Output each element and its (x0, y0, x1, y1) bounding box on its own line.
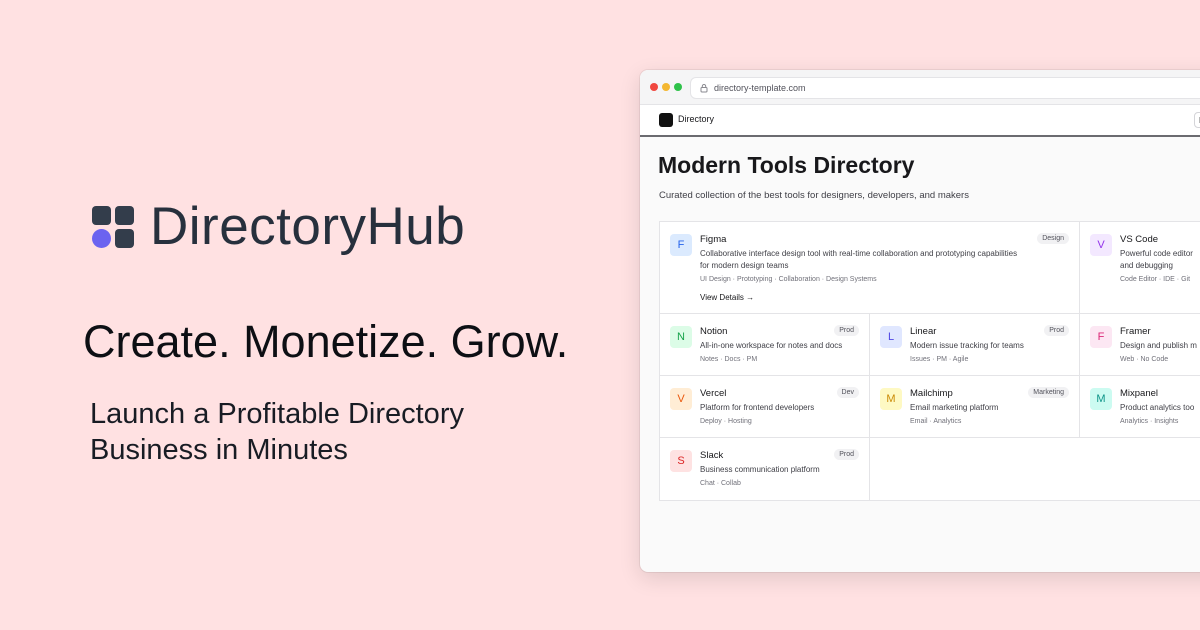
tool-name[interactable]: Figma (700, 234, 726, 245)
tool-card-vercel[interactable]: V Vercel Dev Platform for frontend devel… (660, 376, 870, 438)
tool-avatar: M (880, 388, 902, 410)
category-badge: Dev (836, 387, 859, 398)
tool-avatar: V (670, 388, 692, 410)
browser-chrome: directory-template.com (640, 70, 1200, 105)
tool-card-mailchimp[interactable]: M Mailchimp Marketing Email marketing pl… (870, 376, 1080, 438)
tool-name[interactable]: VS Code (1120, 234, 1158, 245)
tool-name[interactable]: Slack (700, 450, 723, 461)
tool-avatar: N (670, 326, 692, 348)
page-description: Curated collection of the best tools for… (659, 190, 969, 201)
page-title: Modern Tools Directory (658, 152, 915, 178)
maximize-window-icon[interactable] (674, 83, 682, 91)
tool-name[interactable]: Mixpanel (1120, 388, 1158, 399)
tagline: Create. Monetize. Grow. (83, 316, 569, 367)
brand: DirectoryHub (92, 196, 465, 257)
tool-card-vs-code[interactable]: V VS Code Powerful code editor and debugg… (1080, 222, 1200, 314)
tool-avatar: F (670, 234, 692, 256)
tool-card-mixpanel[interactable]: M Mixpanel Product analytics too Analyti… (1080, 376, 1200, 438)
category-badge: Prod (1044, 325, 1069, 336)
app-logo-icon[interactable] (659, 113, 673, 127)
tool-name[interactable]: Notion (700, 326, 727, 337)
tool-tags: UI Design · Prototyping · Collaboration … (700, 276, 877, 283)
tool-avatar: V (1090, 234, 1112, 256)
tool-avatar: S (670, 450, 692, 472)
app-navbar: Directory E (640, 105, 1200, 137)
address-bar[interactable]: directory-template.com (690, 77, 1200, 99)
tool-description: Product analytics too (1120, 403, 1195, 412)
grid-logo-icon (92, 205, 134, 248)
tool-avatar: L (880, 326, 902, 348)
tool-tags: Issues · PM · Agile (910, 356, 969, 363)
tool-description: Design and publish m (1120, 341, 1197, 350)
category-badge: Marketing (1028, 387, 1069, 398)
view-details-link[interactable]: View Details → (700, 293, 754, 302)
close-window-icon[interactable] (650, 83, 658, 91)
tool-avatar: M (1090, 388, 1112, 410)
category-badge: Prod (834, 449, 859, 460)
tool-description: Modern issue tracking for teams (910, 341, 1024, 350)
tool-tags: Analytics · Insights (1120, 418, 1179, 425)
tool-tags: Notes · Docs · PM (700, 356, 758, 363)
tool-tags: Chat · Collab (700, 480, 741, 487)
tool-description: Collaborative interface design tool with… (700, 249, 1018, 270)
category-badge: Prod (834, 325, 859, 336)
tool-card-linear[interactable]: L Linear Prod Modern issue tracking for … (870, 314, 1080, 376)
tool-name[interactable]: Vercel (700, 388, 726, 399)
tool-name[interactable]: Framer (1120, 326, 1151, 337)
tool-description: Powerful code editor and debugging (1120, 249, 1193, 270)
tool-name[interactable]: Linear (910, 326, 936, 337)
tool-card-notion[interactable]: N Notion Prod All-in-one workspace for n… (660, 314, 870, 376)
tool-card-slack[interactable]: S Slack Prod Business communication plat… (660, 438, 870, 500)
tool-description: All-in-one workspace for notes and docs (700, 341, 843, 350)
tool-tags: Email · Analytics (910, 418, 962, 425)
browser-window: directory-template.com Directory E Moder… (640, 70, 1200, 572)
tool-card-framer[interactable]: F Framer Design and publish m Web · No C… (1080, 314, 1200, 376)
tool-tags: Deploy · Hosting (700, 418, 752, 425)
lock-icon (700, 84, 708, 93)
tool-description: Email marketing platform (910, 403, 999, 412)
minimize-window-icon[interactable] (662, 83, 670, 91)
tool-name[interactable]: Mailchimp (910, 388, 953, 399)
tool-tags: Code Editor · IDE · Git (1120, 276, 1191, 283)
tool-description: Business communication platform (700, 465, 820, 474)
nav-button[interactable]: E (1194, 112, 1200, 128)
tool-description: Platform for frontend developers (700, 403, 815, 412)
subtagline: Launch a Profitable Directory Business i… (90, 398, 464, 466)
tool-tags: Web · No Code (1120, 356, 1169, 363)
tools-grid: F Figma Design Collaborative interface d… (659, 221, 1200, 501)
url-text: directory-template.com (714, 83, 806, 93)
app-name[interactable]: Directory (678, 114, 714, 124)
tool-avatar: F (1090, 326, 1112, 348)
category-badge: Design (1037, 233, 1069, 244)
tool-card-figma[interactable]: F Figma Design Collaborative interface d… (660, 222, 1080, 314)
brand-name: DirectoryHub (150, 197, 466, 256)
